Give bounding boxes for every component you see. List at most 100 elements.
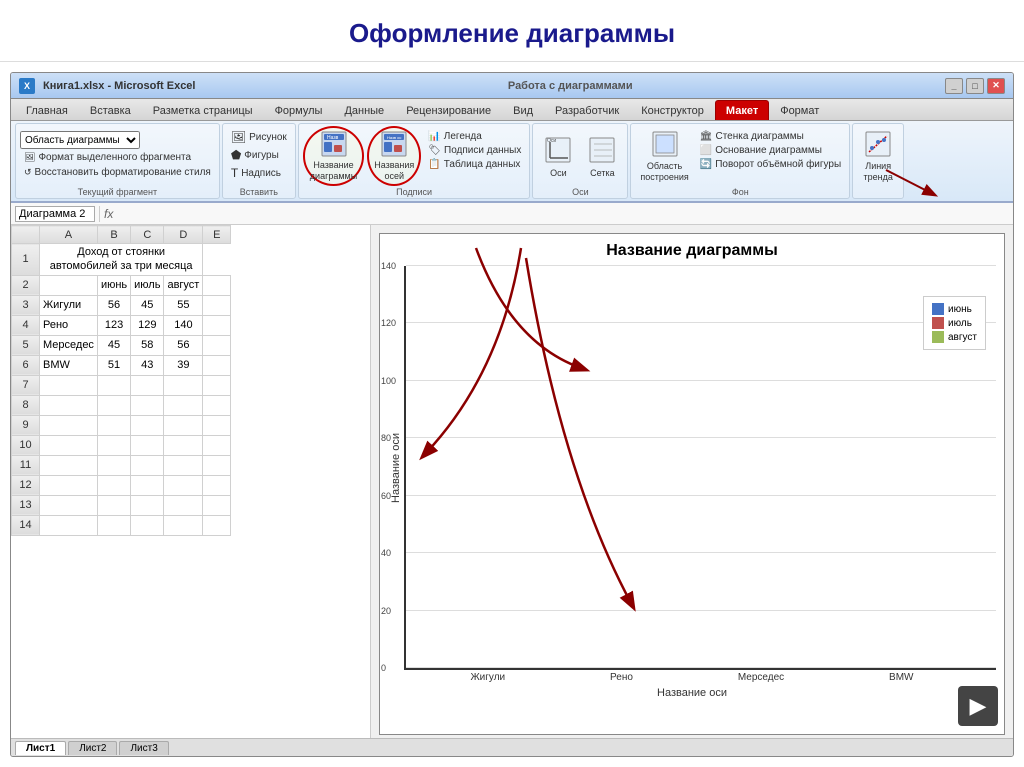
col-header-d: D — [164, 226, 203, 244]
table-row: 3 Жигули 56 45 55 — [12, 295, 231, 315]
name-box[interactable] — [15, 206, 95, 222]
table-row: 9 — [12, 415, 231, 435]
col-header-b: B — [97, 226, 130, 244]
tab-layout[interactable]: Макет — [715, 100, 769, 120]
trendline-button[interactable]: Линиятренда — [857, 126, 899, 186]
table-row: 7 — [12, 375, 231, 395]
3d-rotation-button[interactable]: 🔄Поворот объёмной фигуры — [696, 158, 845, 171]
table-row: 11 — [12, 455, 231, 475]
formula-bar: fx — [11, 203, 1013, 225]
legend: июнь июль август — [923, 296, 986, 350]
data-labels-button[interactable]: 🏷Подписи данных — [424, 144, 525, 157]
table-row: 4 Рено 123 129 140 — [12, 315, 231, 335]
tab-insert[interactable]: Вставка — [79, 100, 142, 120]
group-label-labels: Подписи — [299, 187, 530, 197]
chart-area-dropdown[interactable]: Область диаграммы — [20, 131, 140, 149]
page-title: Оформление диаграммы — [0, 0, 1024, 62]
close-button[interactable]: ✕ — [987, 78, 1005, 94]
chart-title-button[interactable]: Назв Названиедиаграммы — [303, 126, 364, 186]
svg-text:Оси: Оси — [547, 138, 556, 144]
x-axis-title: Название оси — [388, 687, 996, 699]
corner-header — [12, 226, 40, 244]
fx-label: fx — [104, 207, 113, 221]
tab-page-layout[interactable]: Разметка страницы — [142, 100, 264, 120]
chart-inner: Название оси 020406080100120140 — [388, 266, 996, 670]
legend-color-august — [932, 331, 944, 343]
col-header-c: C — [131, 226, 164, 244]
table-row: 10 — [12, 435, 231, 455]
minimize-button[interactable]: _ — [945, 78, 963, 94]
legend-item-june: июнь — [932, 303, 977, 315]
sheet-tab-1[interactable]: Лист1 — [15, 741, 66, 755]
svg-text:Назв: Назв — [327, 135, 339, 141]
plot-area-button[interactable]: Областьпостроения — [635, 126, 693, 186]
diagram-tools-label: Работа с диаграммами — [508, 80, 633, 92]
tab-bar: Главная Вставка Разметка страницы Формул… — [11, 99, 1013, 121]
legend-button[interactable]: 📊Легенда — [424, 130, 525, 143]
tab-developer[interactable]: Разработчик — [544, 100, 630, 120]
tab-constructor[interactable]: Конструктор — [630, 100, 715, 120]
chart-floor-button[interactable]: ⬜Основание диаграммы — [696, 144, 845, 157]
col-header-e: E — [203, 226, 231, 244]
table-row: 6 BMW 51 43 39 — [12, 355, 231, 375]
formula-input[interactable] — [117, 208, 1009, 220]
format-selection-button[interactable]: 🖼 Формат выделенного фрагмента — [20, 151, 215, 164]
sheet-tabs: Лист1 Лист2 Лист3 — [11, 738, 1013, 756]
restore-style-button[interactable]: ↺ Восстановить форматирование стиля — [20, 166, 215, 179]
window-controls: _ □ ✕ — [945, 78, 1005, 94]
chart-wall-button[interactable]: 🏛Стенка диаграммы — [696, 130, 845, 143]
ribbon-group-background: Областьпостроения 🏛Стенка диаграммы ⬜Осн… — [630, 123, 850, 199]
legend-item-july: июль — [932, 317, 977, 329]
legend-item-august: август — [932, 331, 977, 343]
sheet-tab-2[interactable]: Лист2 — [68, 741, 117, 755]
window-title: Книга1.xlsx - Microsoft Excel — [43, 80, 195, 92]
table-row: 1 Доход от стоянкиавтомобилей за три мес… — [12, 244, 231, 276]
group-label-insert: Вставить — [223, 187, 295, 197]
shapes-button[interactable]: ⬟Фигуры — [227, 147, 291, 163]
axis-titles-button[interactable]: Назв ос Названияосей — [367, 126, 421, 186]
next-button[interactable]: ▶ — [958, 686, 998, 726]
excel-window: X Книга1.xlsx - Microsoft Excel Работа с… — [10, 72, 1014, 757]
col-header-a: A — [40, 226, 98, 244]
tab-view[interactable]: Вид — [502, 100, 544, 120]
title-bar: X Книга1.xlsx - Microsoft Excel Работа с… — [11, 73, 1013, 99]
ribbon-group-labels: Назв Названиедиаграммы Назв ос — [298, 123, 531, 199]
svg-text:Назв ос: Назв ос — [387, 135, 401, 140]
table-row: 12 — [12, 475, 231, 495]
data-table-button[interactable]: 📋Таблица данных — [424, 158, 525, 171]
grid-container: A B C D E 1 Доход от стоянкиавтомобилей … — [11, 225, 371, 753]
tab-data[interactable]: Данные — [333, 100, 395, 120]
legend-color-july — [932, 317, 944, 329]
ribbon-group-current-fragment: Область диаграммы 🖼 Формат выделенного ф… — [15, 123, 220, 199]
sheet-tab-3[interactable]: Лист3 — [119, 741, 168, 755]
table-row: 14 — [12, 515, 231, 535]
table-row: 13 — [12, 495, 231, 515]
gridlines-button[interactable]: Сетка — [581, 126, 623, 186]
bars-area — [426, 266, 996, 668]
tab-format[interactable]: Формат — [769, 100, 830, 120]
chart-container: Название диаграммы Название оси 02040608… — [371, 225, 1013, 753]
data-grid: A B C D E 1 Доход от стоянкиавтомобилей … — [11, 225, 231, 536]
chart-plot: 020406080100120140 июнь — [404, 266, 996, 670]
text-box-button[interactable]: TНадпись — [227, 165, 291, 181]
x-axis-labels: Жигули Рено Мерседес BMW — [388, 670, 996, 685]
tab-home[interactable]: Главная — [15, 100, 79, 120]
group-label-current: Текущий фрагмент — [16, 187, 219, 197]
legend-color-june — [932, 303, 944, 315]
axes-button[interactable]: Оси Оси — [537, 126, 579, 186]
chart-title: Название диаграммы — [388, 242, 996, 260]
maximize-button[interactable]: □ — [966, 78, 984, 94]
tab-formulas[interactable]: Формулы — [264, 100, 334, 120]
picture-button[interactable]: 🖼Рисунок — [227, 129, 291, 145]
chart-box[interactable]: Название диаграммы Название оси 02040608… — [379, 233, 1005, 735]
table-row: 2 июнь июль август — [12, 275, 231, 295]
ribbon-group-insert: 🖼Рисунок ⬟Фигуры TНадпись Вставить — [222, 123, 296, 199]
excel-icon: X — [19, 78, 35, 94]
tab-review[interactable]: Рецензирование — [395, 100, 502, 120]
table-row: 5 Мерседес 45 58 56 — [12, 335, 231, 355]
table-row: 8 — [12, 395, 231, 415]
ribbon-group-trendline: Линиятренда — [852, 123, 904, 199]
group-label-background: Фон — [631, 187, 849, 197]
spreadsheet-area: A B C D E 1 Доход от стоянкиавтомобилей … — [11, 225, 1013, 753]
group-label-axes: Оси — [533, 187, 627, 197]
